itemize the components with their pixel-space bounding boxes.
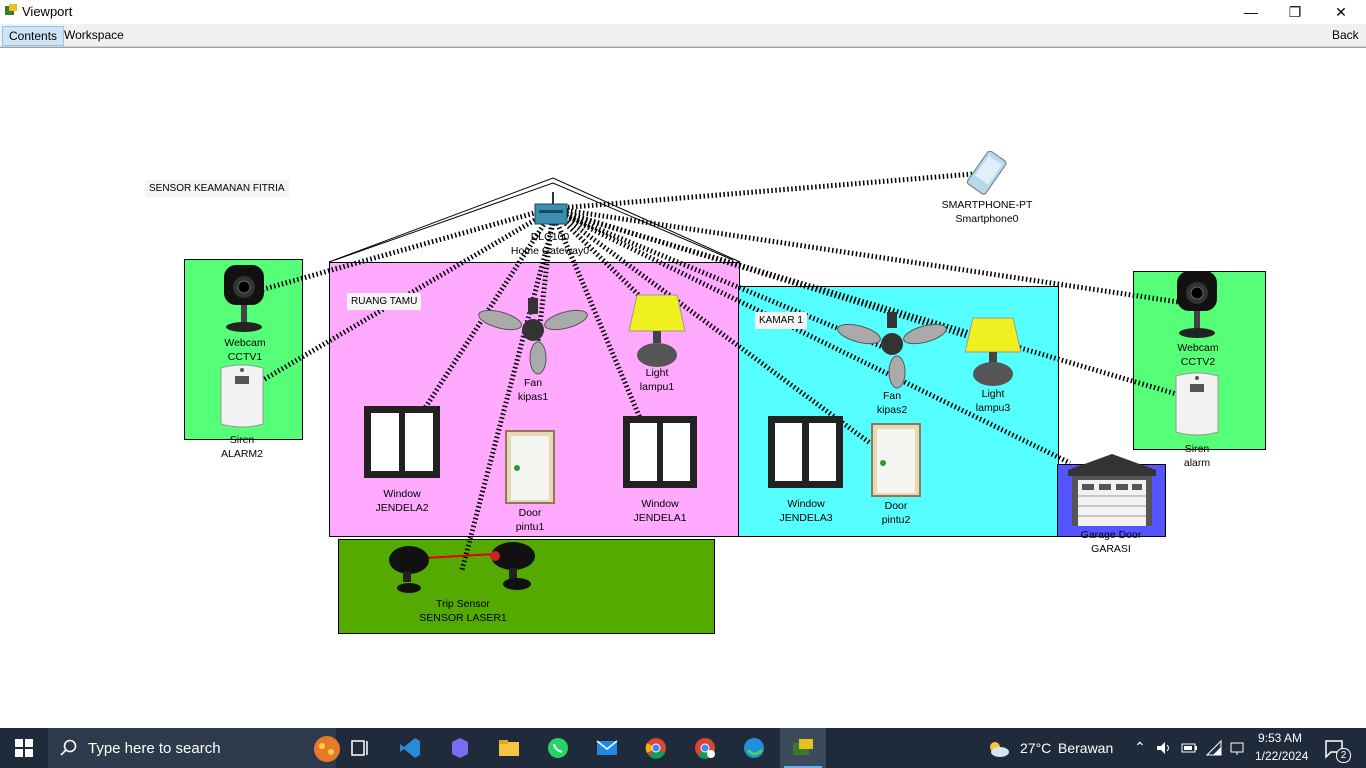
trip-sensor-label: Trip Sensor SENSOR LASER1: [419, 598, 507, 624]
windows-start-icon[interactable]: [12, 736, 36, 760]
packet-tracer-icon: [793, 739, 813, 755]
clock-time[interactable]: 9:53 AM: [1258, 731, 1302, 745]
trip-sensor-icon[interactable]: [387, 538, 539, 596]
webcam-cctv1-label: Webcam CCTV1: [224, 337, 266, 363]
chevron-up-icon[interactable]: ⌃: [1134, 739, 1146, 756]
lamp-icon[interactable]: [627, 293, 687, 369]
edge-icon[interactable]: [742, 736, 766, 760]
garage-door-icon[interactable]: [1066, 452, 1158, 528]
battery-icon[interactable]: [1180, 739, 1198, 757]
weather-desc: Berawan: [1058, 740, 1114, 756]
weather-temp: 27°C: [1020, 740, 1052, 756]
chrome-icon[interactable]: [644, 736, 668, 760]
webcam-cctv2-label: Webcam CCTV2: [1177, 342, 1219, 368]
active-app-highlight[interactable]: [780, 728, 826, 768]
window-jendela1-label: Window JENDELA1: [633, 498, 687, 524]
file-explorer-icon[interactable]: [497, 736, 521, 760]
smartphone-label: SMARTPHONE-PT Smartphone0: [941, 199, 1033, 225]
fan-kipas2-label: Fan kipas2: [876, 390, 908, 416]
workspace-canvas[interactable]: SENSOR KEAMANAN FITRIA RUANG TAMU KAMAR …: [0, 47, 1366, 728]
minimize-button[interactable]: —: [1228, 0, 1274, 24]
whatsapp-icon[interactable]: [546, 736, 570, 760]
smartphone-icon[interactable]: [958, 151, 1016, 197]
copilot-icon[interactable]: [448, 736, 472, 760]
volume-icon[interactable]: [1155, 739, 1173, 757]
home-gateway-label: DLC100 Home Gateway0: [510, 231, 590, 257]
ceiling-fan-icon[interactable]: [478, 298, 588, 376]
clock-date[interactable]: 1/22/2024: [1255, 749, 1308, 763]
siren-alarm-label: Siren alarm: [1183, 443, 1211, 469]
search-icon: [60, 739, 77, 756]
search-highlight-icon: [314, 736, 340, 762]
back-button[interactable]: Back: [1326, 26, 1365, 44]
window-icon[interactable]: [363, 405, 441, 479]
door-icon[interactable]: [505, 430, 555, 504]
garage-door-label: Garage Door GARASI: [1080, 529, 1142, 555]
home-gateway-icon[interactable]: [533, 190, 569, 226]
vscode-icon[interactable]: [398, 736, 422, 760]
bedroom-label: KAMAR 1: [755, 312, 807, 329]
canvas-note: SENSOR KEAMANAN FITRIA: [145, 180, 289, 197]
window-title: Viewport: [22, 4, 73, 19]
door-icon[interactable]: [871, 423, 921, 497]
window-jendela3-label: Window JENDELA3: [779, 498, 833, 524]
task-view-icon[interactable]: [348, 736, 372, 760]
light-lampu3-label: Light lampu3: [975, 388, 1011, 414]
living-room-label: RUANG TAMU: [347, 293, 422, 310]
notification-badge: 2: [1336, 748, 1351, 763]
weather-cloud-icon: [990, 742, 1009, 757]
mail-icon[interactable]: [595, 736, 619, 760]
search-placeholder: Type here to search: [88, 740, 221, 757]
wifi-icon[interactable]: [1205, 739, 1223, 757]
door-pintu2-label: Door pintu2: [881, 500, 911, 526]
maximize-button[interactable]: ❐: [1272, 0, 1318, 24]
window-jendela2-label: Window JENDELA2: [375, 488, 429, 514]
tab-contents[interactable]: Contents: [2, 26, 65, 46]
menu-bar: Contents Workspace Back: [0, 24, 1366, 47]
siren-icon[interactable]: [217, 362, 267, 430]
light-lampu1-label: Light lampu1: [639, 367, 675, 393]
lamp-icon[interactable]: [963, 316, 1023, 388]
tab-workspace[interactable]: Workspace: [58, 26, 130, 44]
window-icon[interactable]: [767, 415, 844, 489]
window-icon[interactable]: [622, 415, 698, 489]
taskbar: Type here to search 27°C Berawan ⌃ 9:53 …: [0, 728, 1366, 768]
siren-alarm2-label: Siren ALARM2: [220, 434, 264, 460]
search-box[interactable]: Type here to search: [48, 728, 340, 768]
title-bar: Viewport — ❐ ✕: [0, 0, 1366, 24]
app-icon: [5, 4, 17, 15]
door-pintu1-label: Door pintu1: [515, 507, 545, 533]
ceiling-fan-icon[interactable]: [837, 312, 947, 390]
network-icon[interactable]: [1228, 739, 1246, 757]
webcam-icon[interactable]: [222, 263, 266, 335]
fan-kipas1-label: Fan kipas1: [517, 377, 549, 403]
siren-icon[interactable]: [1172, 370, 1222, 438]
webcam-icon[interactable]: [1175, 269, 1219, 341]
close-button[interactable]: ✕: [1318, 0, 1364, 24]
chrome-profile-icon[interactable]: [693, 736, 717, 760]
